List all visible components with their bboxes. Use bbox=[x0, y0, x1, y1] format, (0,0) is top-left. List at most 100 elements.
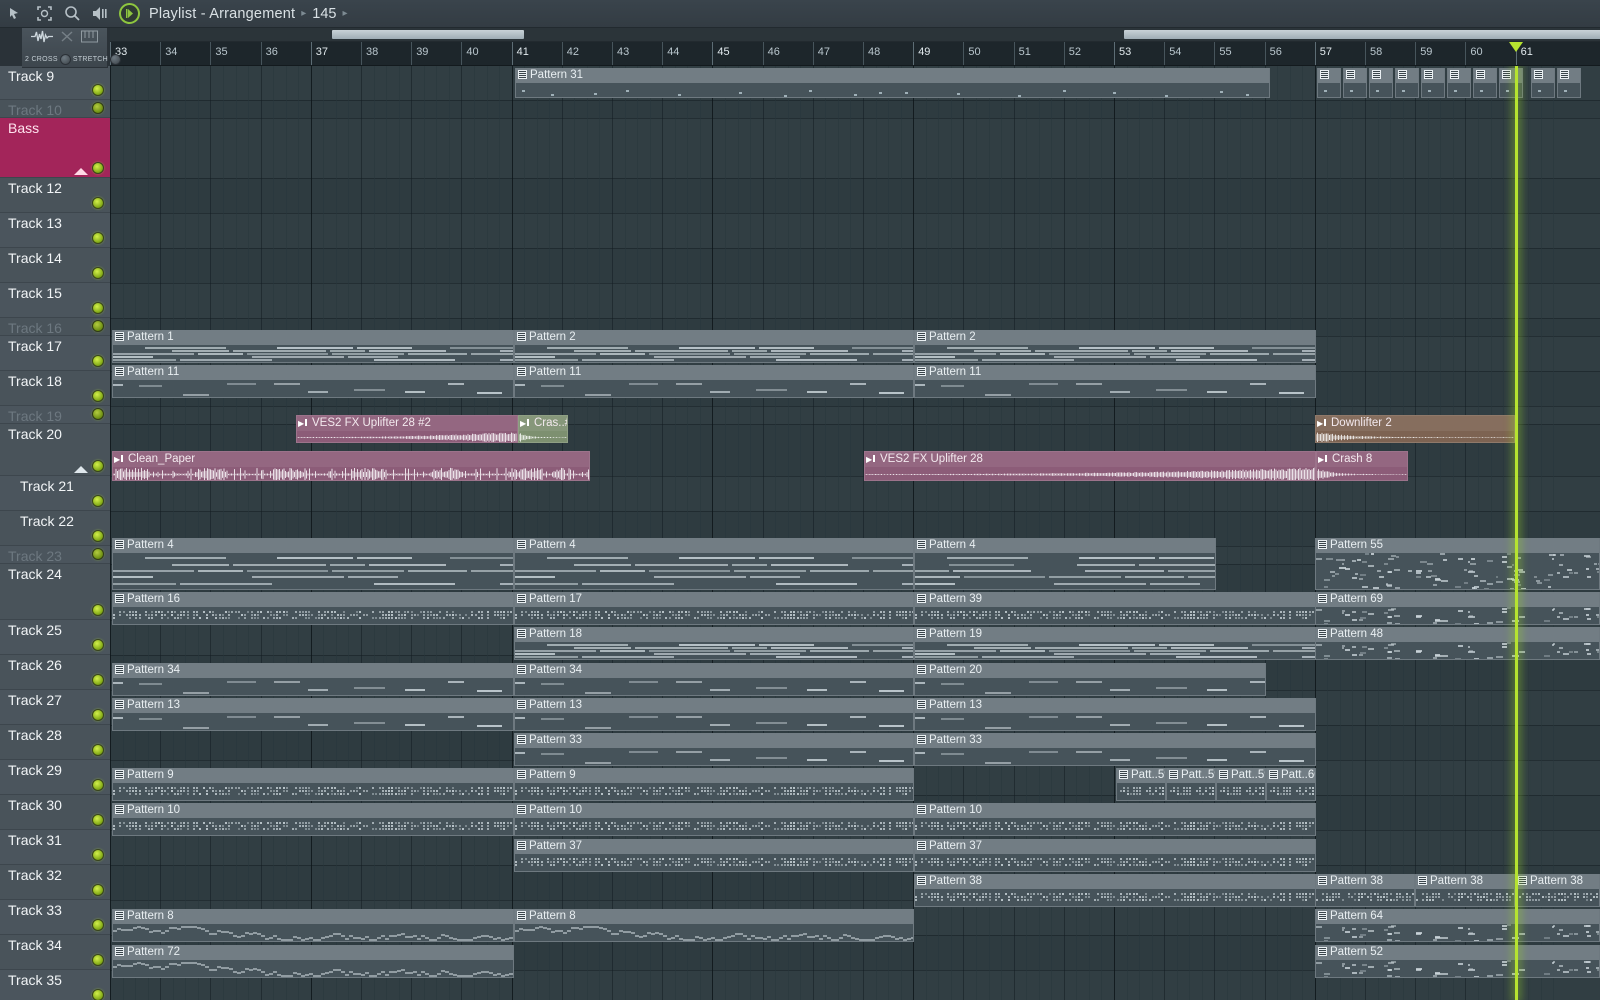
pattern-clip[interactable]: Pattern 13 bbox=[914, 698, 1316, 731]
track-enable-led[interactable] bbox=[92, 408, 104, 420]
pattern-clip[interactable]: Pattern 38 bbox=[914, 874, 1316, 907]
track-header-track-23[interactable]: Track 23 bbox=[0, 546, 110, 564]
audition-tool-icon[interactable] bbox=[91, 4, 110, 23]
track-header-track-21[interactable]: Track 21 bbox=[0, 476, 110, 511]
track-header-track-9[interactable]: Track 9 bbox=[0, 66, 110, 100]
timeline-ruler[interactable]: 33 34 35 36 37 38 39 40 41 42 43 44 45 46 47 48 49 50 51 52… bbox=[110, 42, 1600, 66]
tempo-value[interactable]: 145 bbox=[312, 6, 336, 22]
waveform-icon[interactable] bbox=[31, 30, 54, 48]
track-enable-led[interactable] bbox=[92, 954, 104, 966]
pattern-clip[interactable]: Pattern 2 bbox=[514, 330, 914, 363]
pattern-clip[interactable]: Pattern 34 bbox=[112, 663, 514, 696]
pattern-clip[interactable]: Pattern 10 bbox=[514, 803, 914, 836]
pattern-clip[interactable] bbox=[1369, 68, 1393, 98]
track-header-track-13[interactable]: Track 13 bbox=[0, 213, 110, 248]
pattern-clip[interactable]: Pattern 37 bbox=[514, 839, 914, 872]
track-header-track-20[interactable]: Track 20 bbox=[0, 424, 110, 476]
track-enable-led[interactable] bbox=[92, 814, 104, 826]
pattern-clip[interactable]: Pattern 37 bbox=[914, 839, 1316, 872]
pattern-clip[interactable]: Pattern 52 bbox=[1315, 945, 1600, 978]
pattern-clip[interactable]: Pattern 48 bbox=[1315, 627, 1600, 660]
scrollbar-thumb-left[interactable] bbox=[332, 30, 524, 39]
pattern-clip[interactable]: Pattern 19 bbox=[914, 627, 1316, 660]
track-header-track-35[interactable]: Track 35 bbox=[0, 970, 110, 1000]
pattern-clip[interactable]: Pattern 4 bbox=[514, 538, 914, 590]
horizontal-scrollbar[interactable] bbox=[110, 28, 1600, 42]
fl-logo-icon[interactable] bbox=[119, 3, 140, 24]
track-enable-led[interactable] bbox=[92, 232, 104, 244]
track-header-track-33[interactable]: Track 33 bbox=[0, 900, 110, 935]
track-enable-led[interactable] bbox=[92, 267, 104, 279]
pattern-clip[interactable] bbox=[1343, 68, 1367, 98]
pattern-clip[interactable]: Pattern 11 bbox=[112, 365, 514, 398]
pattern-clip[interactable]: Pattern 8 bbox=[112, 909, 514, 942]
pattern-clip[interactable]: Pattern 69 bbox=[1315, 592, 1600, 625]
pattern-clip[interactable]: Pattern 34 bbox=[514, 663, 914, 696]
pattern-clip[interactable]: Pattern 4 bbox=[112, 538, 514, 590]
track-enable-led[interactable] bbox=[92, 849, 104, 861]
pattern-clip[interactable]: Pattern 13 bbox=[514, 698, 914, 731]
track-enable-led[interactable] bbox=[92, 674, 104, 686]
pattern-clip[interactable]: Pattern 16 bbox=[112, 592, 514, 625]
pattern-clip[interactable]: Pattern 9 bbox=[514, 768, 914, 801]
keyboard-icon[interactable] bbox=[80, 30, 98, 48]
scrollbar-thumb-right[interactable] bbox=[1124, 30, 1600, 39]
track-header-track-26[interactable]: Track 26 bbox=[0, 655, 110, 690]
pattern-clip[interactable]: Pattern 72 bbox=[112, 945, 514, 978]
pattern-clip[interactable] bbox=[1317, 68, 1341, 98]
pattern-clip[interactable] bbox=[1557, 68, 1581, 98]
slice-icon[interactable] bbox=[60, 30, 74, 48]
pattern-clip[interactable]: Pattern 10 bbox=[112, 803, 514, 836]
pattern-clip[interactable]: Pattern 17 bbox=[514, 592, 914, 625]
track-header-track-18[interactable]: Track 18 bbox=[0, 371, 110, 406]
pattern-clip[interactable]: Pattern 31 bbox=[515, 68, 1270, 98]
track-enable-led[interactable] bbox=[92, 197, 104, 209]
track-header-track-29[interactable]: Track 29 bbox=[0, 760, 110, 795]
playhead-marker[interactable] bbox=[1508, 42, 1523, 52]
pattern-clip[interactable]: Pattern 4 bbox=[914, 538, 1216, 590]
track-header-bass[interactable]: Bass bbox=[0, 118, 110, 178]
track-enable-led[interactable] bbox=[92, 639, 104, 651]
pattern-clip[interactable]: Patt..60 bbox=[1266, 768, 1316, 801]
draw-tool-icon[interactable] bbox=[7, 4, 26, 23]
track-enable-led[interactable] bbox=[92, 548, 104, 560]
pattern-clip[interactable]: Pattern 64 bbox=[1315, 909, 1600, 942]
pattern-clip[interactable]: Patt..59 bbox=[1216, 768, 1266, 801]
pattern-clip[interactable]: Patt..59 bbox=[1116, 768, 1166, 801]
track-enable-led[interactable] bbox=[92, 884, 104, 896]
playlist-grid[interactable]: Pattern 31 Pattern 1 Pattern 2 Pattern 2 Pat… bbox=[110, 66, 1600, 1000]
stretch-knob[interactable] bbox=[110, 53, 121, 65]
track-header-track-22[interactable]: Track 22 bbox=[0, 511, 110, 546]
track-header-track-31[interactable]: Track 31 bbox=[0, 830, 110, 865]
track-header-track-30[interactable]: Track 30 bbox=[0, 795, 110, 830]
pattern-clip[interactable]: Pattern 38 bbox=[1415, 874, 1515, 907]
zoom-tool-icon[interactable] bbox=[63, 4, 82, 23]
pattern-clip[interactable] bbox=[1421, 68, 1445, 98]
track-enable-led[interactable] bbox=[92, 744, 104, 756]
track-enable-led[interactable] bbox=[92, 989, 104, 1000]
track-enable-led[interactable] bbox=[92, 320, 104, 332]
track-enable-led[interactable] bbox=[92, 530, 104, 542]
track-enable-led[interactable] bbox=[92, 604, 104, 616]
track-header-track-10[interactable]: Track 10 bbox=[0, 100, 110, 118]
track-header-track-25[interactable]: Track 25 bbox=[0, 620, 110, 655]
track-header-track-14[interactable]: Track 14 bbox=[0, 248, 110, 283]
pattern-clip[interactable]: Pattern 55 bbox=[1315, 538, 1600, 590]
pattern-clip[interactable]: Pattern 20 bbox=[914, 663, 1266, 696]
track-enable-led[interactable] bbox=[92, 390, 104, 402]
audio-clip[interactable]: Cras..#2 bbox=[518, 415, 568, 443]
pattern-clip[interactable]: Pattern 39 bbox=[914, 592, 1316, 625]
track-header-track-27[interactable]: Track 27 bbox=[0, 690, 110, 725]
track-header-track-28[interactable]: Track 28 bbox=[0, 725, 110, 760]
track-collapse-icon[interactable] bbox=[74, 168, 88, 175]
track-header-track-15[interactable]: Track 15 bbox=[0, 283, 110, 318]
track-enable-led[interactable] bbox=[92, 460, 104, 472]
pattern-clip[interactable] bbox=[1447, 68, 1471, 98]
cross-knob[interactable] bbox=[59, 53, 71, 65]
pattern-clip[interactable] bbox=[1473, 68, 1497, 98]
track-enable-led[interactable] bbox=[92, 355, 104, 367]
pattern-clip[interactable]: Pattern 1 bbox=[112, 330, 514, 363]
track-enable-led[interactable] bbox=[92, 779, 104, 791]
audio-clip[interactable]: VES2 FX Uplifter 28 bbox=[864, 451, 1316, 481]
pattern-clip[interactable]: Pattern 9 bbox=[112, 768, 514, 801]
